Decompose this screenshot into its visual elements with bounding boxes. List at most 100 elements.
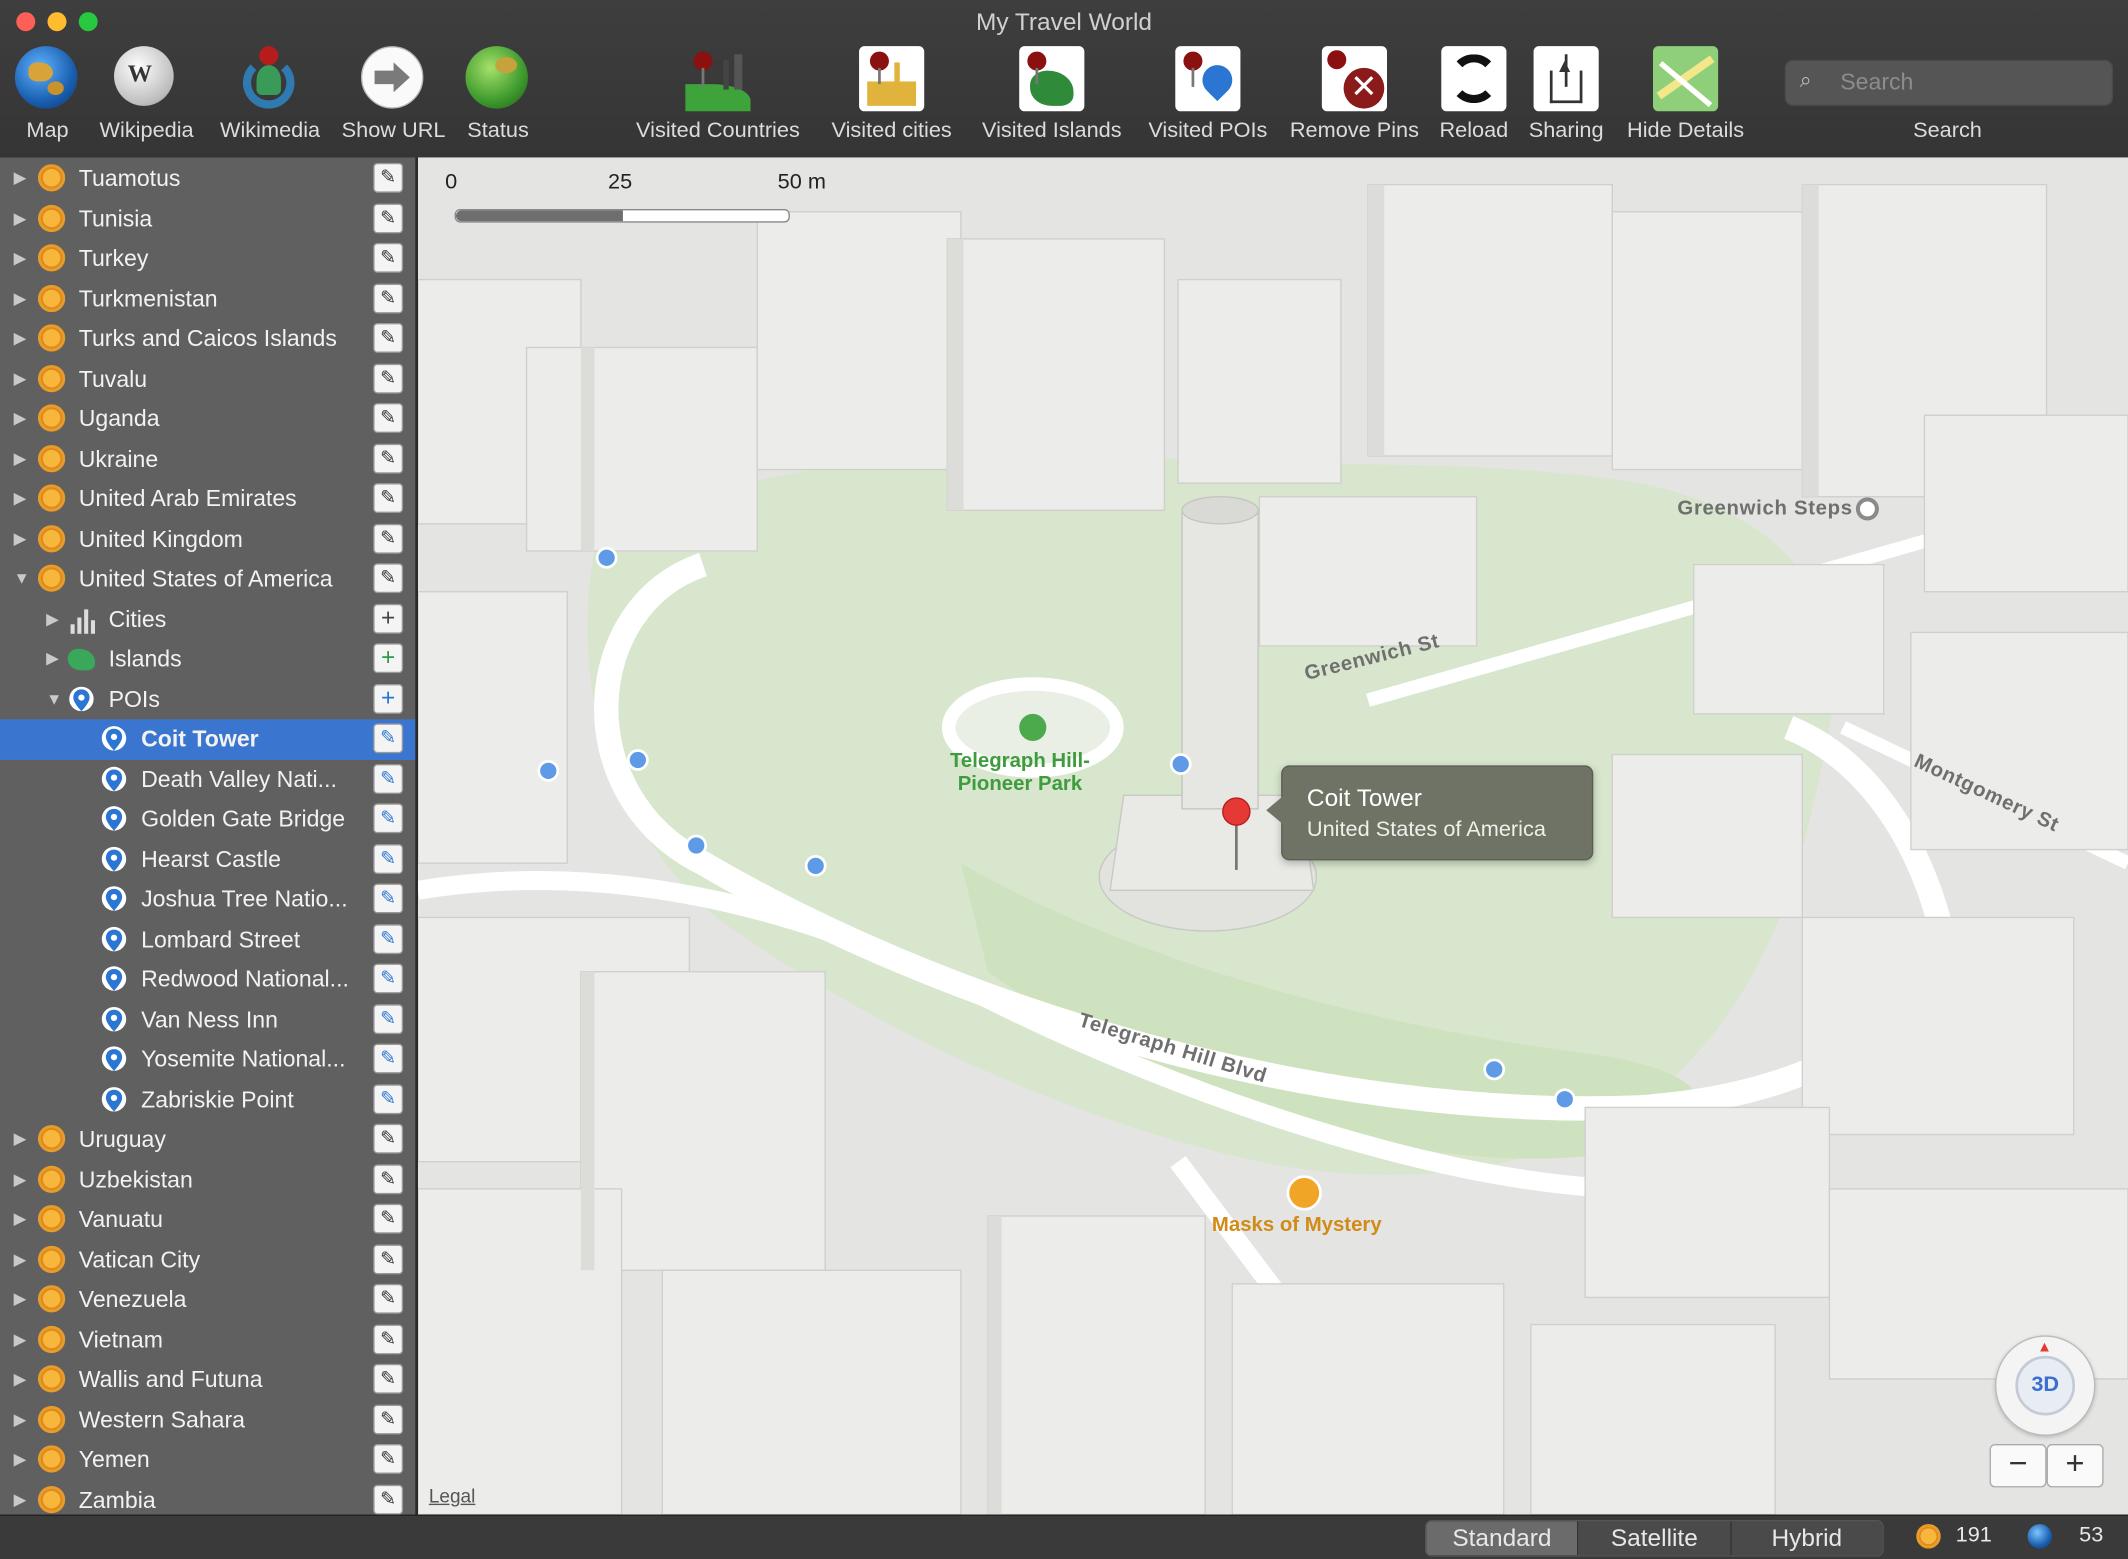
sidebar-row[interactable]: ▶ United Kingdom ✎ — [0, 519, 415, 559]
disclosure-closed-icon[interactable]: ▶ — [14, 168, 27, 187]
3d-toggle[interactable]: 3D — [2015, 1355, 2076, 1416]
sidebar-row[interactable]: ▶ Venezuela ✎ — [0, 1280, 415, 1320]
sidebar-row[interactable]: ▶ Cities + — [0, 599, 415, 639]
edit-item-button[interactable]: ✎ — [373, 1403, 404, 1434]
map-type-segmented-control[interactable]: Standard Satellite Hybrid — [1425, 1520, 1884, 1557]
sidebar-row[interactable]: ▶ Western Sahara ✎ — [0, 1400, 415, 1440]
disclosure-open-icon[interactable]: ▼ — [14, 569, 30, 588]
visited-cities-button[interactable]: Visited cities — [822, 46, 960, 144]
disclosure-closed-icon[interactable]: ▶ — [14, 489, 27, 508]
edit-item-button[interactable]: ✎ — [373, 363, 404, 393]
edit-item-button[interactable]: ✎ — [373, 1043, 404, 1074]
edit-item-button[interactable]: ✎ — [373, 1003, 404, 1034]
legal-link[interactable]: Legal — [429, 1485, 476, 1507]
sidebar-row[interactable]: ▶ Wallis and Futuna ✎ — [0, 1360, 415, 1400]
disclosure-closed-icon[interactable]: ▶ — [46, 649, 59, 668]
sidebar-row[interactable]: Coit Tower ✎ — [0, 719, 416, 760]
disclosure-closed-icon[interactable]: ▶ — [14, 1129, 27, 1148]
edit-item-button[interactable]: ✎ — [373, 1083, 404, 1114]
edit-item-button[interactable]: ✎ — [373, 323, 404, 353]
sidebar-outline[interactable]: ▶ Tuamotus ✎ ▶ Tunisia ✎ ▶ Turkey ✎ ▶ Turkmenistan… — [0, 157, 419, 1515]
sidebar-row[interactable]: ▶ Uganda ✎ — [0, 399, 415, 439]
disclosure-closed-icon[interactable]: ▶ — [14, 1449, 27, 1468]
edit-item-button[interactable]: ✎ — [373, 1163, 404, 1194]
disclosure-closed-icon[interactable]: ▶ — [14, 409, 27, 428]
sidebar-row[interactable]: Van Ness Inn ✎ — [0, 1000, 415, 1040]
edit-item-button[interactable]: ✎ — [373, 883, 404, 914]
bus-stop-icon[interactable] — [627, 749, 649, 771]
disclosure-closed-icon[interactable]: ▶ — [14, 1489, 27, 1508]
visited-islands-button[interactable]: Visited Islands — [976, 46, 1128, 144]
sidebar-row[interactable]: ▶ Tunisia ✎ — [0, 199, 415, 239]
edit-item-button[interactable]: ✎ — [373, 282, 404, 313]
sidebar-row[interactable]: ▼ POIs + — [0, 679, 415, 719]
sidebar-row[interactable]: ▶ Turkey ✎ — [0, 239, 415, 279]
bus-stop-icon[interactable] — [1169, 753, 1192, 775]
sidebar-row[interactable]: ▶ Ukraine ✎ — [0, 439, 415, 479]
edit-item-button[interactable]: ✎ — [373, 803, 404, 834]
sidebar-row[interactable]: ▶ Zambia ✎ — [0, 1480, 415, 1515]
disclosure-closed-icon[interactable]: ▶ — [14, 1369, 27, 1388]
map-view[interactable]: 0 25 50 m Greenwich Steps Greenwich St M… — [418, 157, 2128, 1515]
edit-item-button[interactable]: ✎ — [373, 1243, 404, 1274]
edit-item-button[interactable]: ✎ — [373, 403, 404, 433]
disclosure-closed-icon[interactable]: ▶ — [14, 1249, 27, 1268]
bus-stop-icon[interactable] — [804, 855, 827, 877]
map-type-satellite[interactable]: Satellite — [1578, 1521, 1732, 1556]
greenwich-steps-label[interactable]: Greenwich Steps — [1677, 497, 1852, 520]
edit-item-button[interactable]: ✎ — [373, 723, 404, 754]
sidebar-row[interactable]: Hearst Castle ✎ — [0, 839, 415, 879]
disclosure-closed-icon[interactable]: ▶ — [14, 1289, 27, 1308]
edit-item-button[interactable]: ✎ — [373, 1203, 404, 1234]
sidebar-row[interactable]: ▶ Vatican City ✎ — [0, 1240, 415, 1280]
sidebar-row[interactable]: ▶ Turkmenistan ✎ — [0, 279, 415, 319]
search-input[interactable] — [1837, 66, 2101, 100]
wikipedia-button[interactable]: W Wikipedia — [95, 46, 198, 144]
visited-countries-button[interactable]: Visited Countries — [628, 46, 807, 144]
sidebar-row[interactable]: ▶ United Arab Emirates ✎ — [0, 479, 415, 519]
map-type-standard[interactable]: Standard — [1426, 1521, 1579, 1556]
disclosure-closed-icon[interactable]: ▶ — [14, 208, 27, 227]
sidebar-row[interactable]: ▶ Vietnam ✎ — [0, 1320, 415, 1360]
sidebar-row[interactable]: ▶ Uruguay ✎ — [0, 1120, 415, 1160]
bus-stop-icon[interactable] — [1553, 1088, 1576, 1111]
edit-item-button[interactable]: ✎ — [373, 1323, 404, 1354]
add-item-button[interactable]: + — [373, 603, 404, 634]
search-field[interactable]: ⌕ — [1784, 59, 2114, 106]
disclosure-closed-icon[interactable]: ▶ — [14, 288, 27, 307]
bus-stop-icon[interactable] — [537, 760, 560, 782]
show-url-button[interactable]: Show URL — [339, 46, 448, 144]
sidebar-row[interactable]: Golden Gate Bridge ✎ — [0, 799, 415, 839]
disclosure-closed-icon[interactable]: ▶ — [14, 248, 27, 267]
sidebar-row[interactable]: ▶ Tuvalu ✎ — [0, 359, 415, 399]
sidebar-row[interactable]: ▶ Yemen ✎ — [0, 1440, 415, 1480]
edit-item-button[interactable]: ✎ — [373, 242, 404, 273]
sidebar-row[interactable]: ▶ Tuamotus ✎ — [0, 159, 415, 199]
sidebar-row[interactable]: Joshua Tree Natio... ✎ — [0, 879, 415, 919]
disclosure-open-icon[interactable]: ▼ — [46, 689, 62, 708]
edit-item-button[interactable]: ✎ — [373, 923, 404, 954]
zoom-out-button[interactable]: − — [1989, 1444, 2047, 1488]
edit-item-button[interactable]: ✎ — [373, 843, 404, 874]
disclosure-closed-icon[interactable]: ▶ — [14, 328, 27, 347]
sidebar-row[interactable]: Lombard Street ✎ — [0, 919, 415, 959]
edit-item-button[interactable]: ✎ — [373, 523, 404, 554]
sidebar-row[interactable]: ▶ Islands + — [0, 639, 415, 679]
edit-item-button[interactable]: ✎ — [373, 963, 404, 994]
disclosure-closed-icon[interactable]: ▶ — [14, 1329, 27, 1348]
sidebar-row[interactable]: ▼ United States of America ✎ — [0, 559, 415, 599]
edit-item-button[interactable]: ✎ — [373, 763, 404, 794]
sidebar-row[interactable]: ▶ Turks and Caicos Islands ✎ — [0, 319, 415, 359]
sidebar-row[interactable]: ▶ Uzbekistan ✎ — [0, 1160, 415, 1200]
disclosure-closed-icon[interactable]: ▶ — [46, 609, 59, 628]
bus-stop-icon[interactable] — [685, 834, 708, 857]
sidebar-row[interactable]: Death Valley Nati... ✎ — [0, 759, 415, 799]
hide-details-button[interactable]: Hide Details — [1620, 46, 1750, 144]
reload-button[interactable]: Reload — [1436, 46, 1512, 144]
disclosure-closed-icon[interactable]: ▶ — [14, 449, 27, 468]
edit-item-button[interactable]: ✎ — [373, 202, 404, 233]
disclosure-closed-icon[interactable]: ▶ — [14, 1409, 27, 1428]
add-item-button[interactable]: + — [373, 643, 404, 674]
sharing-button[interactable]: ▲ Sharing — [1525, 46, 1606, 144]
edit-item-button[interactable]: ✎ — [373, 1123, 404, 1154]
